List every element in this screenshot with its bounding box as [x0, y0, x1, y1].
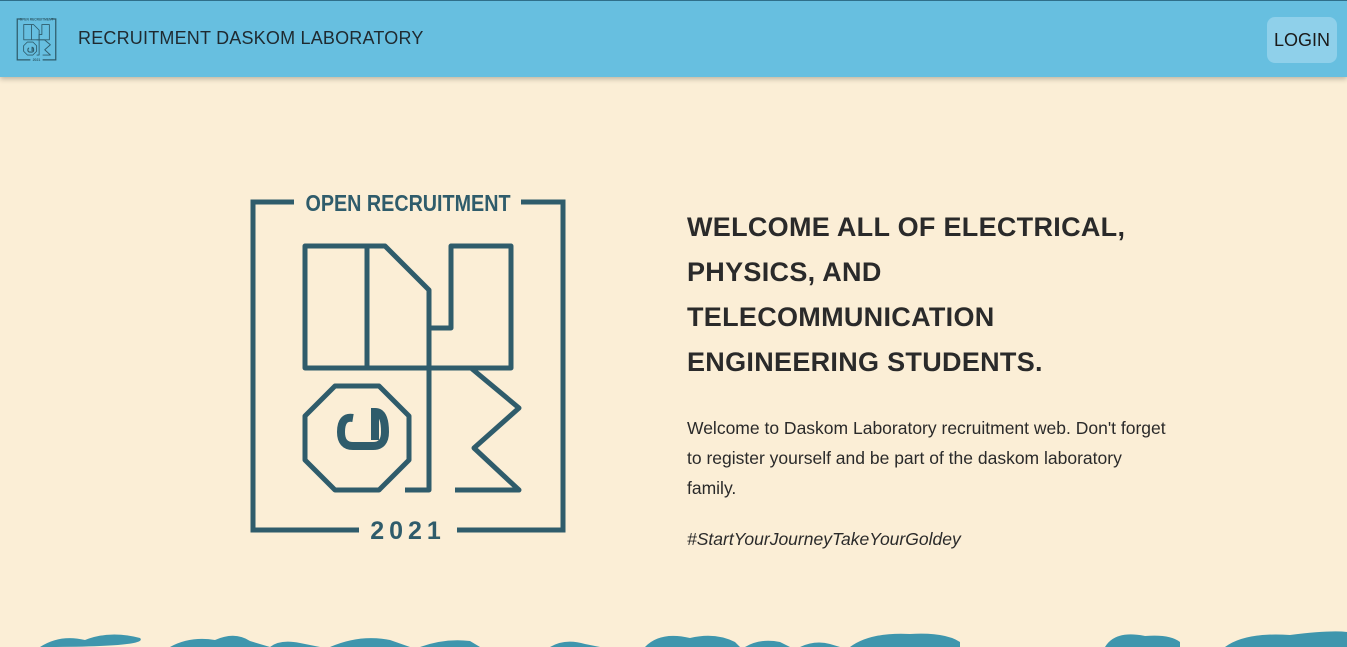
site-title[interactable]: RECRUITMENT DASKOM LABORATORY [78, 28, 424, 49]
logo-open-recruitment-text: OPEN RECRUITMENT [20, 17, 54, 21]
hashtag-tagline: #StartYourJourneyTakeYourGoldey [687, 529, 961, 549]
heading-line: ENGINEERING STUDENTS. [687, 347, 1043, 377]
heading-line: PHYSICS, AND TELECOMMUNICATION [687, 257, 995, 332]
logo-year-text: 2021 [370, 517, 446, 545]
wave-decoration [40, 631, 1347, 647]
welcome-description: Welcome to Daskom Laboratory recruitment… [687, 418, 1166, 498]
heading-line: WELCOME ALL OF ELECTRICAL, [687, 212, 1126, 242]
open-recruitment-logo: OPEN RECRUITMENT 2021 [250, 190, 566, 545]
daskom-logo[interactable]: OPEN RECRUITMENT 2021 [16, 17, 57, 62]
logo-open-recruitment-text: OPEN RECRUITMENT [306, 190, 511, 216]
login-button[interactable]: LOGIN [1267, 17, 1337, 63]
logo-year-text: 2021 [33, 58, 41, 62]
welcome-heading: WELCOME ALL OF ELECTRICAL, PHYSICS, AND … [687, 205, 1187, 385]
hero-text: WELCOME ALL OF ELECTRICAL, PHYSICS, AND … [687, 205, 1187, 550]
navbar: OPEN RECRUITMENT 2021 RECRUITMENT DASKOM… [0, 0, 1347, 77]
